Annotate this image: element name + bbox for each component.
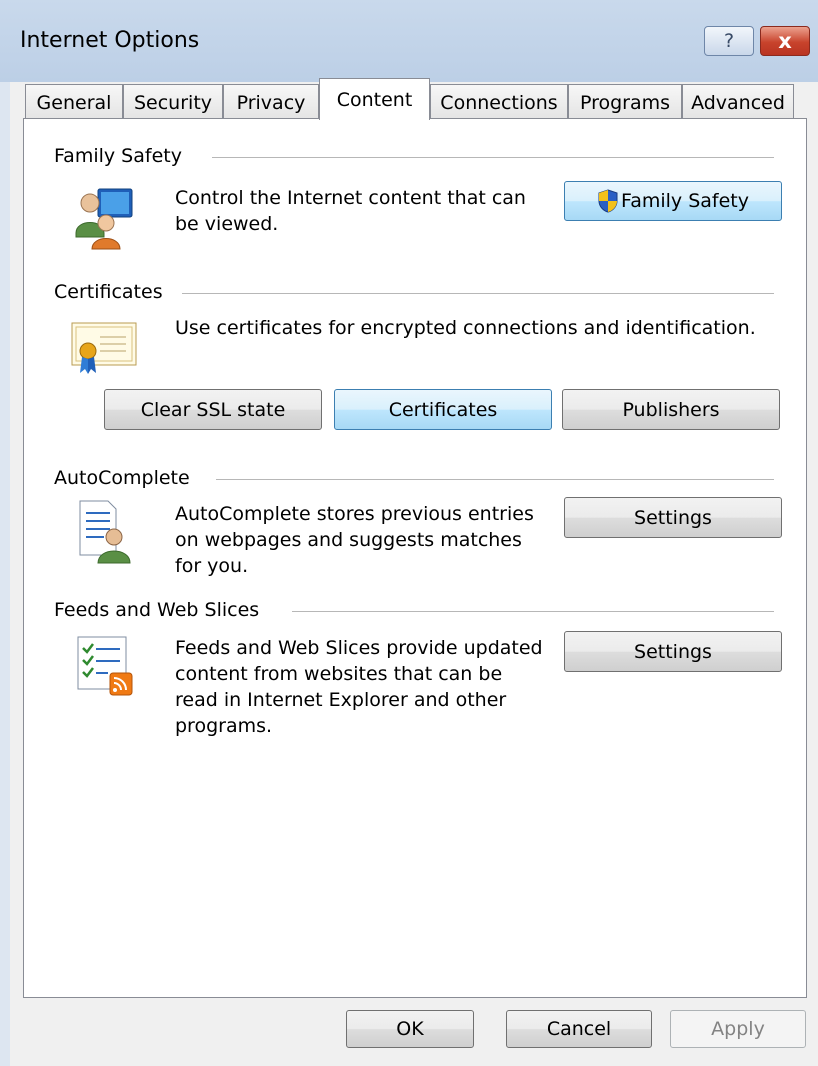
feeds-settings-button[interactable]: Settings [564, 631, 782, 672]
cancel-button[interactable]: Cancel [506, 1010, 652, 1048]
family-safety-button-label: Family Safety [621, 190, 749, 212]
family-safety-users-icon [75, 188, 133, 250]
clear-ssl-state-button[interactable]: Clear SSL state [104, 389, 322, 430]
description-line: read in Internet Explorer and other [175, 689, 507, 711]
ok-button[interactable]: OK [346, 1010, 474, 1048]
family-safety-button[interactable]: Family Safety [564, 181, 782, 221]
family-safety-divider [212, 157, 774, 158]
description-line: AutoComplete stores previous entries [175, 503, 534, 525]
autocomplete-icon [79, 500, 131, 564]
description-line: be viewed. [175, 213, 279, 235]
tab-programs[interactable]: Programs [568, 84, 682, 121]
tab-label: Privacy [236, 92, 306, 114]
ok-button-label: OK [396, 1018, 424, 1040]
description-line: Feeds and Web Slices provide updated [175, 637, 543, 659]
tab-label: Connections [440, 92, 558, 114]
feeds-description: Feeds and Web Slices provide updated con… [175, 635, 543, 739]
description-line: Use certificates for encrypted connectio… [175, 317, 756, 339]
apply-button[interactable]: Apply [670, 1010, 806, 1048]
publishers-button-label: Publishers [622, 398, 720, 421]
autocomplete-settings-button[interactable]: Settings [564, 497, 782, 538]
tab-privacy[interactable]: Privacy [223, 84, 319, 121]
dialog-body: General Security Privacy Content Connect… [10, 78, 818, 1066]
content-tab-panel: Family Safety Control the Internet conte… [23, 118, 807, 998]
certificate-icon [71, 322, 137, 374]
description-line: on webpages and suggests matches [175, 529, 522, 551]
tab-label: Security [133, 92, 213, 114]
tab-advanced[interactable]: Advanced [682, 84, 794, 121]
autocomplete-divider [216, 479, 774, 480]
title-bar[interactable]: Internet Options ? x [0, 0, 818, 82]
tab-label: Programs [579, 92, 671, 114]
tab-content[interactable]: Content [319, 78, 430, 120]
cancel-button-label: Cancel [546, 1018, 612, 1040]
publishers-button[interactable]: Publishers [562, 389, 780, 430]
close-icon: x [778, 29, 792, 53]
tab-label: General [36, 92, 112, 114]
certificates-button[interactable]: Certificates [334, 389, 552, 430]
certificates-divider [182, 293, 774, 294]
tab-label: Advanced [691, 92, 785, 114]
help-icon: ? [723, 30, 735, 52]
autocomplete-heading: AutoComplete [54, 467, 190, 489]
close-button[interactable]: x [760, 26, 810, 56]
internet-options-window: Internet Options ? x General Security Pr… [0, 0, 818, 1066]
feeds-settings-label: Settings [634, 640, 712, 663]
help-button[interactable]: ? [704, 26, 754, 56]
certificates-heading: Certificates [54, 281, 163, 303]
clear-ssl-state-label: Clear SSL state [140, 398, 286, 421]
tab-label: Content [336, 88, 413, 111]
apply-button-label: Apply [711, 1018, 765, 1040]
family-safety-heading: Family Safety [54, 145, 182, 167]
description-line: content from websites that can be [175, 663, 503, 685]
feeds-rss-icon [77, 636, 133, 696]
description-line: for you. [175, 555, 249, 577]
autocomplete-settings-label: Settings [634, 506, 712, 529]
feeds-heading: Feeds and Web Slices [54, 599, 260, 621]
family-safety-description: Control the Internet content that can be… [175, 185, 526, 237]
window-title: Internet Options [20, 28, 200, 53]
description-line: Control the Internet content that can [175, 187, 526, 209]
description-line: programs. [175, 715, 273, 737]
tab-general[interactable]: General [25, 84, 123, 121]
feeds-divider [292, 611, 774, 612]
tab-security[interactable]: Security [123, 84, 223, 121]
uac-shield-icon [598, 189, 618, 213]
certificates-description: Use certificates for encrypted connectio… [175, 315, 756, 341]
autocomplete-description: AutoComplete stores previous entries on … [175, 501, 534, 579]
certificates-button-label: Certificates [388, 398, 498, 421]
tab-connections[interactable]: Connections [430, 84, 568, 121]
